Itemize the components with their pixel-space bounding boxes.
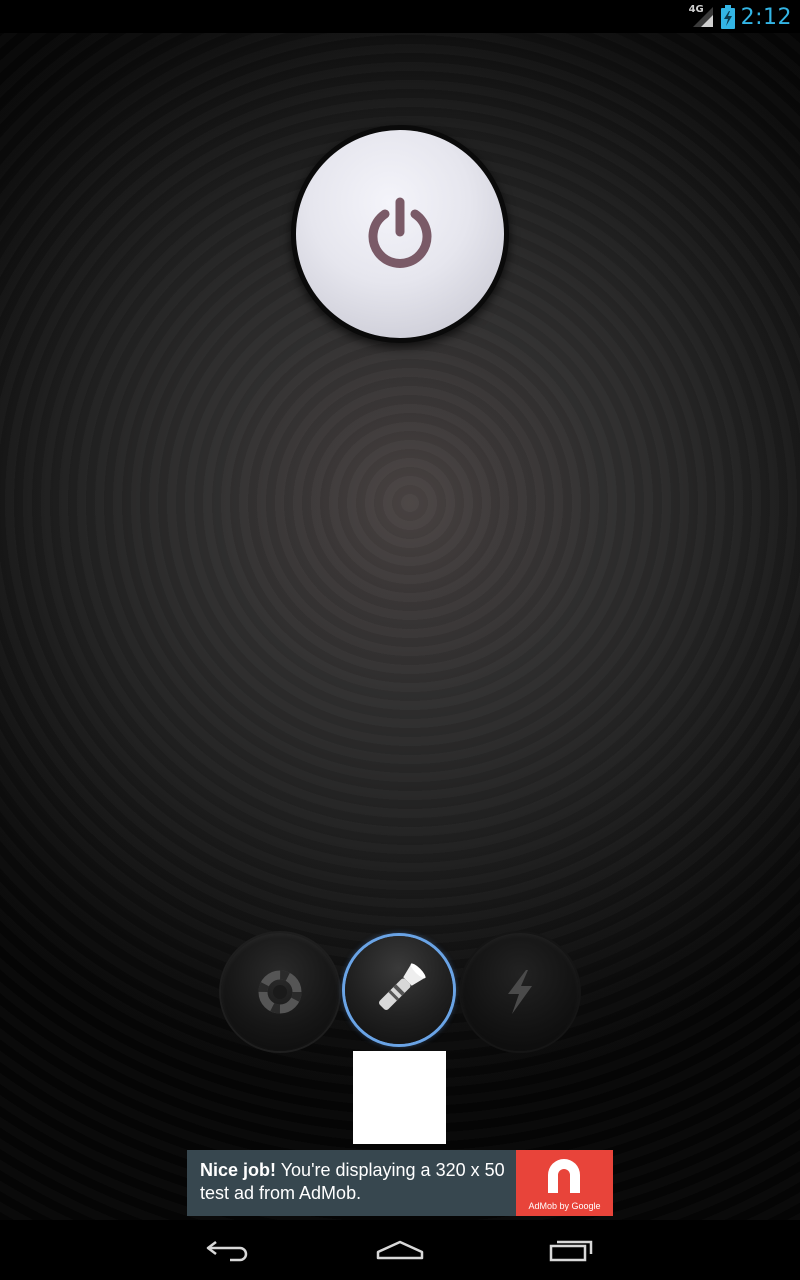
lifebuoy-icon — [258, 970, 302, 1014]
strobe-mode-button[interactable] — [461, 933, 579, 1051]
flashlight-mode-button[interactable] — [345, 936, 453, 1044]
ad-text: Nice job! You're displaying a 320 x 50 t… — [200, 1159, 515, 1205]
recent-apps-icon — [549, 1240, 593, 1262]
power-icon — [368, 197, 432, 268]
signal-4g-icon: 4G — [689, 4, 715, 29]
power-button-face — [296, 130, 504, 338]
admob-logo: AdMob by Google — [516, 1150, 613, 1216]
power-button[interactable] — [291, 125, 509, 343]
status-icons: 4G 2:12 — [689, 4, 792, 30]
admob-logo-icon — [548, 1159, 580, 1193]
back-icon — [206, 1241, 248, 1262]
ad-headline: Nice job! — [200, 1160, 277, 1180]
lifebuoy-mode-button[interactable] — [221, 933, 339, 1051]
back-button[interactable] — [200, 1234, 260, 1266]
main-area: Nice job! You're displaying a 320 x 50 t… — [0, 33, 800, 1220]
flashlight-icon — [379, 963, 426, 1010]
home-icon — [376, 1240, 424, 1260]
placeholder-image — [353, 1051, 446, 1144]
status-bar: 4G 2:12 — [0, 0, 800, 33]
recent-apps-button[interactable] — [541, 1234, 601, 1266]
ad-banner[interactable]: Nice job! You're displaying a 320 x 50 t… — [187, 1150, 613, 1216]
navigation-bar — [0, 1220, 800, 1280]
ad-logo-caption: AdMob by Google — [528, 1201, 601, 1211]
clock: 2:12 — [740, 4, 792, 30]
battery-charging-icon — [720, 5, 735, 29]
screen: 4G 2:12 Nice job! You're displaying a 32… — [0, 0, 800, 1280]
home-button[interactable] — [370, 1234, 430, 1266]
lightning-icon — [508, 970, 532, 1014]
